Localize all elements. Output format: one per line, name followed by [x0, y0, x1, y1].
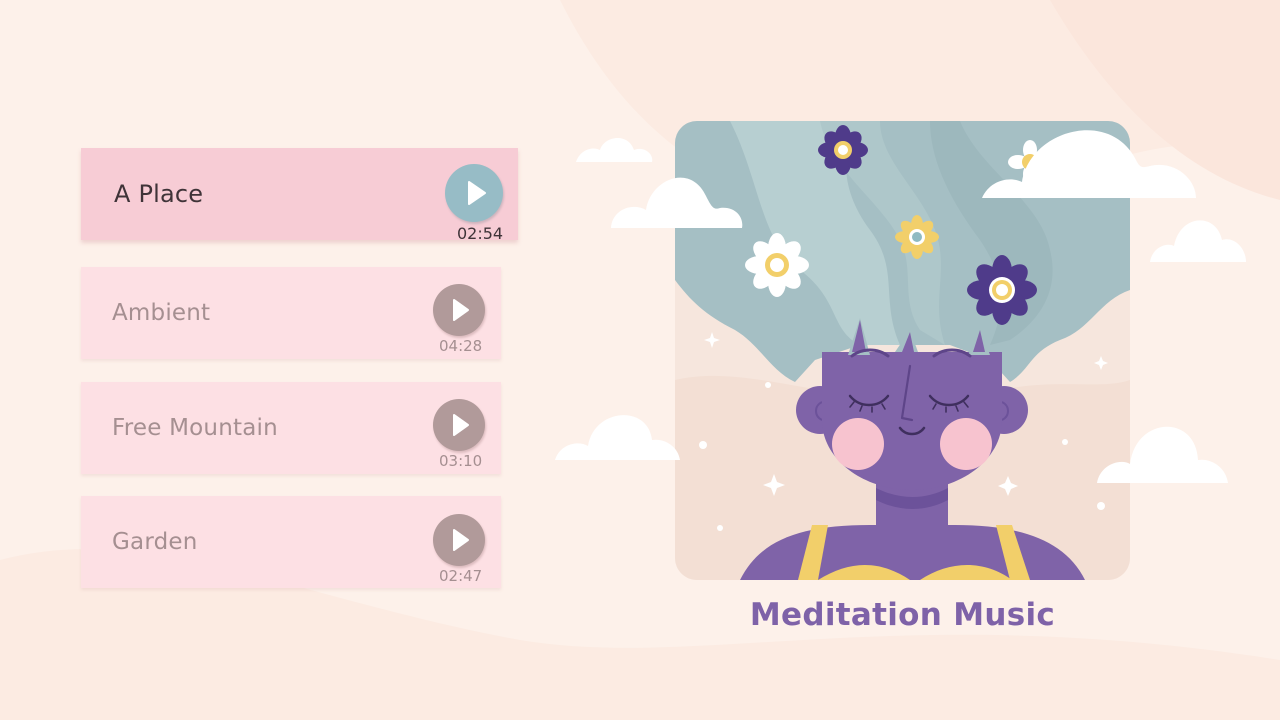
- track-title: Ambient: [112, 300, 211, 326]
- track-row-free-mountain[interactable]: Free Mountain 03:10: [81, 382, 501, 474]
- play-button[interactable]: [433, 284, 485, 336]
- track-title: A Place: [114, 180, 204, 208]
- play-button[interactable]: [433, 399, 485, 451]
- play-button[interactable]: [445, 164, 503, 222]
- track-duration: 03:10: [439, 452, 483, 470]
- track-row-ambient[interactable]: Ambient 04:28: [81, 267, 501, 359]
- play-icon: [453, 299, 469, 321]
- track-title: Free Mountain: [112, 415, 278, 441]
- play-icon: [453, 414, 469, 436]
- play-icon: [468, 181, 486, 205]
- play-icon: [453, 529, 469, 551]
- album-title: Meditation Music: [749, 597, 1056, 633]
- track-duration: 04:28: [439, 337, 483, 355]
- track-duration: 02:54: [457, 224, 504, 243]
- track-title: Garden: [112, 529, 198, 555]
- track-row-a-place[interactable]: A Place 02:54: [81, 148, 518, 243]
- track-duration: 02:47: [439, 567, 483, 585]
- play-button[interactable]: [433, 514, 485, 566]
- album-artwork: [555, 121, 1246, 580]
- track-row-garden[interactable]: Garden 02:47: [81, 496, 501, 588]
